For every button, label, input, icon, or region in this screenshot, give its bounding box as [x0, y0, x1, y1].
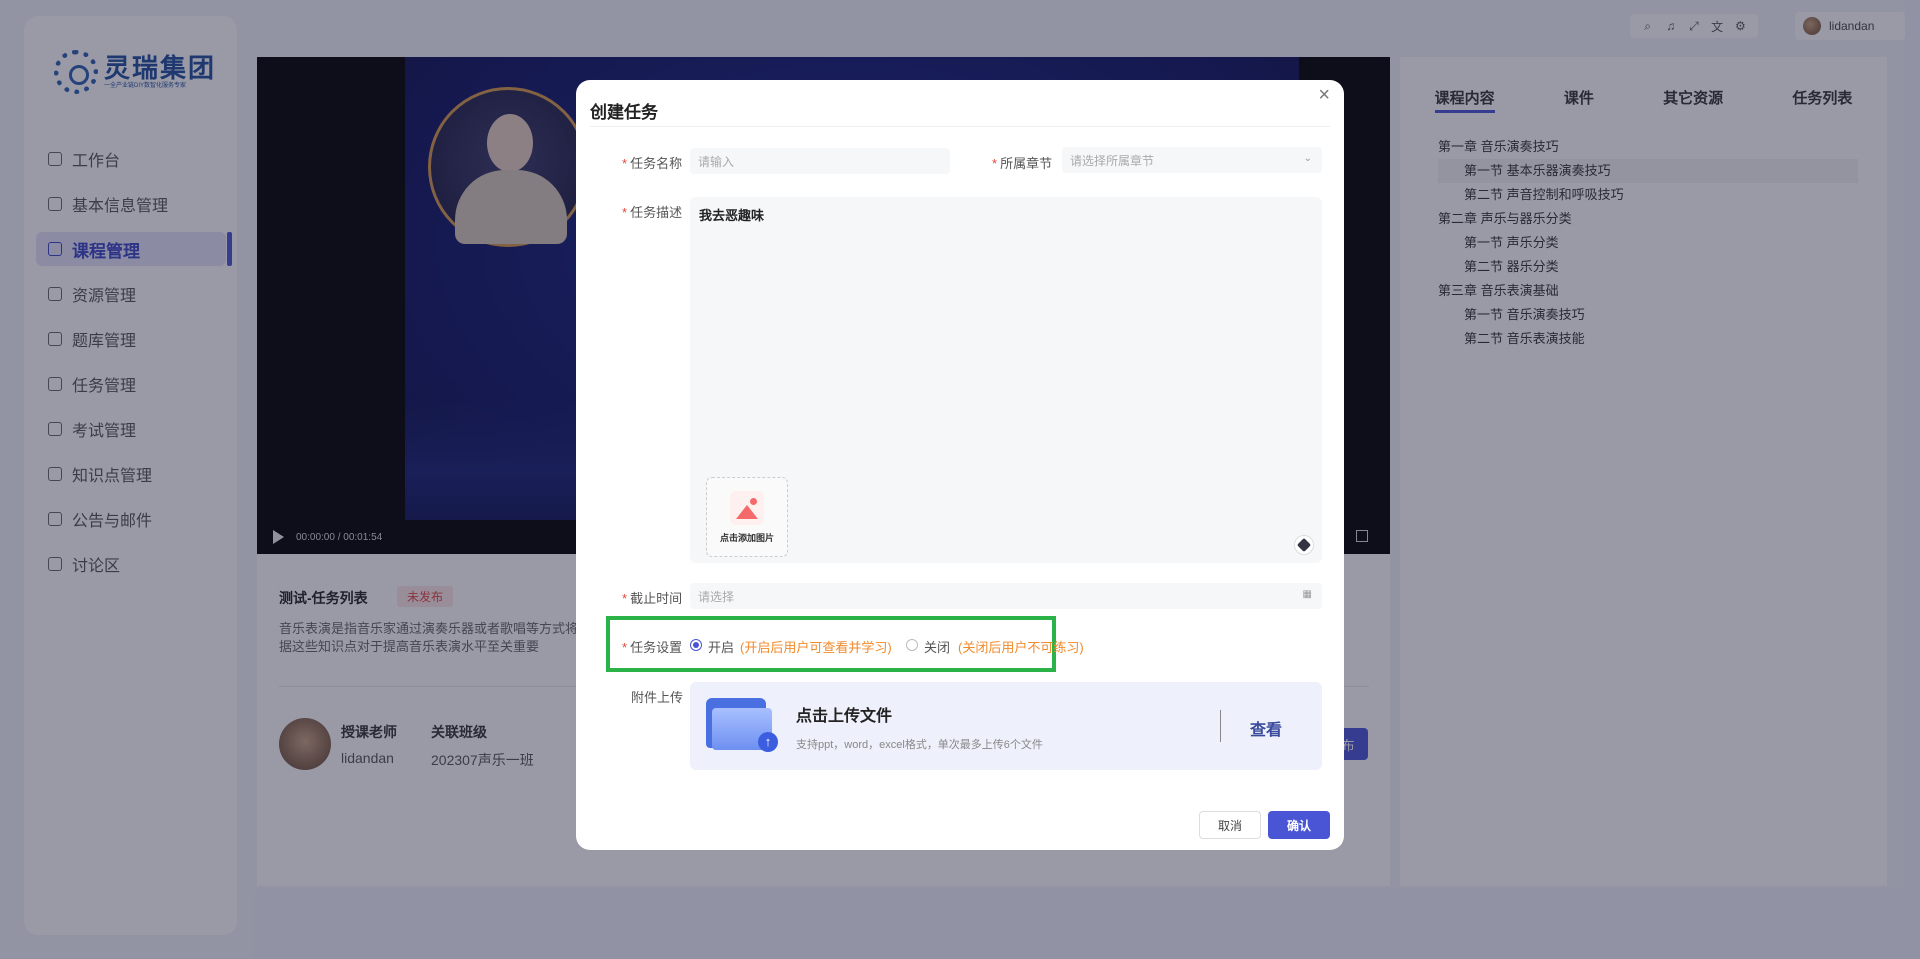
task-name-input[interactable]: 请输入	[690, 148, 950, 174]
add-image-button[interactable]: 点击添加图片	[706, 477, 788, 557]
calendar-icon: ▦	[1302, 589, 1312, 600]
upload-hint: 支持ppt，word，excel格式，单次最多上传6个文件	[796, 739, 1043, 751]
confirm-button[interactable]: 确认	[1268, 811, 1330, 839]
radio-disable[interactable]	[906, 639, 918, 651]
upload-title[interactable]: 点击上传文件	[796, 702, 892, 726]
cancel-button[interactable]: 取消	[1199, 811, 1261, 839]
chapter-select[interactable]: 请选择所属章节 ⌄	[1062, 147, 1322, 173]
option-disable-label[interactable]: 关闭	[924, 637, 950, 656]
attachment-label: 附件上传	[631, 690, 684, 705]
option-disable-hint: (关闭后用户不可练习)	[958, 640, 1084, 655]
view-button[interactable]: 查看	[1250, 716, 1282, 740]
task-description-text: 我去恶趣味	[699, 208, 765, 223]
create-task-dialog: 创建任务 × * 任务名称 请输入 * 所属章节 请选择所属章节 ⌄ * 任务描述 我…	[576, 80, 1344, 850]
deadline-placeholder: 请选择	[698, 589, 735, 604]
chevron-down-icon: ⌄	[1303, 153, 1312, 164]
deadline-label: * 截止时间	[622, 591, 683, 606]
divider	[1220, 710, 1221, 742]
deadline-picker[interactable]: 请选择 ▦	[690, 583, 1322, 609]
divider	[590, 126, 1330, 127]
dialog-title: 创建任务	[590, 103, 658, 122]
folder-upload-icon: ↑	[706, 698, 778, 752]
radio-enable[interactable]	[690, 639, 702, 651]
image-icon	[730, 490, 764, 525]
task-setting-label: * 任务设置	[622, 640, 683, 655]
task-description-editor[interactable]: 我去恶趣味 点击添加图片	[690, 197, 1322, 563]
option-enable-label[interactable]: 开启	[708, 637, 734, 656]
close-icon[interactable]: ×	[1318, 84, 1330, 107]
ai-assistant-icon[interactable]	[1294, 535, 1314, 555]
chapter-select-placeholder: 请选择所属章节	[1070, 153, 1155, 168]
add-image-label: 点击添加图片	[719, 532, 774, 543]
task-name-label: * 任务名称	[622, 156, 683, 171]
option-enable-hint: (开启后用户可查看并学习)	[740, 640, 892, 655]
file-upload-area[interactable]: ↑ 点击上传文件 支持ppt，word，excel格式，单次最多上传6个文件 查…	[690, 682, 1322, 770]
task-description-label: * 任务描述	[622, 205, 683, 220]
chapter-label: * 所属章节	[992, 156, 1053, 171]
